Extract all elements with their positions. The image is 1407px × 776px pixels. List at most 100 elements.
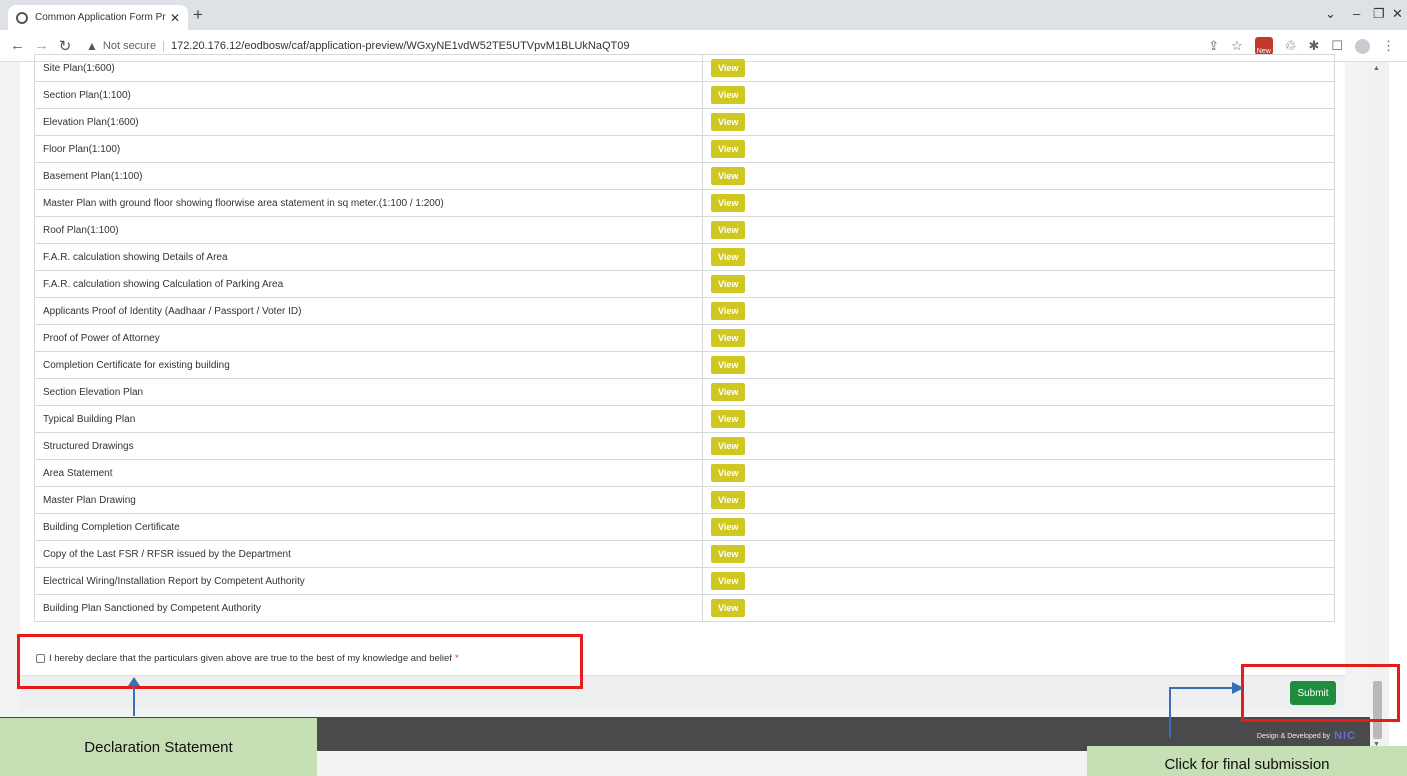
- document-action: View: [702, 513, 1335, 541]
- view-button[interactable]: View: [711, 140, 746, 158]
- document-name: Applicants Proof of Identity (Aadhaar / …: [34, 297, 703, 325]
- view-button[interactable]: View: [711, 545, 746, 563]
- document-name: Section Elevation Plan: [34, 378, 703, 406]
- document-action: View: [702, 243, 1335, 271]
- view-button[interactable]: View: [711, 302, 746, 320]
- document-action: View: [702, 540, 1335, 568]
- address-separator: |: [162, 40, 165, 52]
- submit-callout: Click for final submission: [1087, 746, 1407, 776]
- tab-search-icon[interactable]: ⌄: [1325, 6, 1336, 22]
- browser-tab-strip: Common Application Form Prev ✕ + ⌄ – ❐ ✕: [0, 0, 1407, 30]
- table-row: Section Elevation Plan View: [34, 378, 1335, 406]
- share-icon[interactable]: ⇪: [1208, 38, 1219, 54]
- document-name: Copy of the Last FSR / RFSR issued by th…: [34, 540, 703, 568]
- table-row: Applicants Proof of Identity (Aadhaar / …: [34, 297, 1335, 325]
- document-action: View: [702, 405, 1335, 433]
- table-row: Building Plan Sanctioned by Competent Au…: [34, 594, 1335, 622]
- table-row: Elevation Plan(1:600) View: [34, 108, 1335, 136]
- view-button[interactable]: View: [711, 194, 746, 212]
- declaration-callout: Declaration Statement: [0, 718, 317, 776]
- table-row: Master Plan Drawing View: [34, 486, 1335, 514]
- view-button[interactable]: View: [711, 59, 746, 77]
- table-row: Structured Drawings View: [34, 432, 1335, 460]
- document-name: Basement Plan(1:100): [34, 162, 703, 190]
- view-button[interactable]: View: [711, 275, 746, 293]
- table-row: Site Plan(1:600) View: [34, 54, 1335, 82]
- security-label: Not secure: [102, 40, 157, 52]
- document-action: View: [702, 189, 1335, 217]
- footer-credit-text: Design & Developed by: [1256, 732, 1331, 740]
- view-button[interactable]: View: [711, 437, 746, 455]
- menu-kebab-icon[interactable]: ⋮: [1382, 38, 1395, 54]
- document-action: View: [702, 594, 1335, 622]
- view-button[interactable]: View: [711, 167, 746, 185]
- profile-avatar[interactable]: [1355, 38, 1370, 54]
- side-panel-icon[interactable]: ☐: [1331, 38, 1343, 54]
- document-name: Proof of Power of Attorney: [34, 324, 703, 352]
- document-action: View: [702, 270, 1335, 298]
- table-row: Basement Plan(1:100) View: [34, 162, 1335, 190]
- document-action: View: [702, 108, 1335, 136]
- bookmark-star-icon[interactable]: ☆: [1231, 38, 1243, 54]
- document-action: View: [702, 216, 1335, 244]
- document-action: View: [702, 351, 1335, 379]
- documents-card: Site Plan(1:600) View Section Plan(1:100…: [20, 54, 1345, 710]
- scroll-up-icon[interactable]: ▲: [1373, 65, 1380, 72]
- table-row: Proof of Power of Attorney View: [34, 324, 1335, 352]
- view-button[interactable]: View: [711, 329, 746, 347]
- declaration-highlight-box: [17, 634, 583, 689]
- document-action: View: [702, 324, 1335, 352]
- document-action: View: [702, 81, 1335, 109]
- table-row: Roof Plan(1:100) View: [34, 216, 1335, 244]
- table-row: Building Completion Certificate View: [34, 513, 1335, 541]
- browser-tab[interactable]: Common Application Form Prev ✕: [8, 5, 188, 30]
- view-button[interactable]: View: [711, 383, 746, 401]
- document-name: Typical Building Plan: [34, 405, 703, 433]
- document-name: Completion Certificate for existing buil…: [34, 351, 703, 379]
- table-row: Copy of the Last FSR / RFSR issued by th…: [34, 540, 1335, 568]
- view-button[interactable]: View: [711, 221, 746, 239]
- submit-pointer-vertical: [1169, 687, 1171, 738]
- view-button[interactable]: View: [711, 572, 746, 590]
- close-tab-icon[interactable]: ✕: [170, 11, 180, 25]
- view-button[interactable]: View: [711, 410, 746, 428]
- document-name: Area Statement: [34, 459, 703, 487]
- document-action: View: [702, 486, 1335, 514]
- table-row: F.A.R. calculation showing Calculation o…: [34, 270, 1335, 298]
- back-icon[interactable]: ←: [10, 37, 25, 54]
- table-row: Section Plan(1:100) View: [34, 81, 1335, 109]
- document-name: Roof Plan(1:100): [34, 216, 703, 244]
- view-button[interactable]: View: [711, 113, 746, 131]
- document-name: Site Plan(1:600): [34, 54, 703, 82]
- document-name: Electrical Wiring/Installation Report by…: [34, 567, 703, 595]
- table-row: Master Plan with ground floor showing fl…: [34, 189, 1335, 217]
- view-button[interactable]: View: [711, 356, 746, 374]
- new-tab-button[interactable]: +: [193, 5, 203, 25]
- view-button[interactable]: View: [711, 248, 746, 266]
- document-name: F.A.R. calculation showing Details of Ar…: [34, 243, 703, 271]
- table-row: Typical Building Plan View: [34, 405, 1335, 433]
- view-button[interactable]: View: [711, 599, 746, 617]
- reload-icon[interactable]: ↻: [58, 37, 72, 55]
- submit-highlight-box: [1241, 664, 1400, 722]
- nic-logo: NIC: [1334, 730, 1356, 742]
- puzzle-extensions-icon[interactable]: ✱: [1308, 38, 1319, 54]
- minimize-icon[interactable]: –: [1353, 6, 1360, 21]
- documents-table: Site Plan(1:600) View Section Plan(1:100…: [34, 54, 1335, 622]
- forward-icon[interactable]: →: [34, 37, 49, 54]
- close-window-icon[interactable]: ✕: [1392, 6, 1403, 22]
- document-action: View: [702, 459, 1335, 487]
- restore-icon[interactable]: ❐: [1373, 6, 1385, 22]
- recycle-extension-icon[interactable]: ♲: [1285, 38, 1297, 54]
- new-extension-icon[interactable]: New: [1254, 37, 1273, 55]
- document-action: View: [702, 378, 1335, 406]
- url-text: 172.20.176.12/eodbosw/caf/application-pr…: [170, 40, 630, 52]
- view-button[interactable]: View: [711, 86, 746, 104]
- document-name: Structured Drawings: [34, 432, 703, 460]
- extension-icons: ⇪ ☆ New ♲ ✱ ☐ ⋮: [1208, 37, 1395, 55]
- document-action: View: [702, 567, 1335, 595]
- view-button[interactable]: View: [711, 518, 746, 536]
- view-button[interactable]: View: [711, 464, 746, 482]
- view-button[interactable]: View: [711, 491, 746, 509]
- tab-title: Common Application Form Prev: [35, 12, 166, 23]
